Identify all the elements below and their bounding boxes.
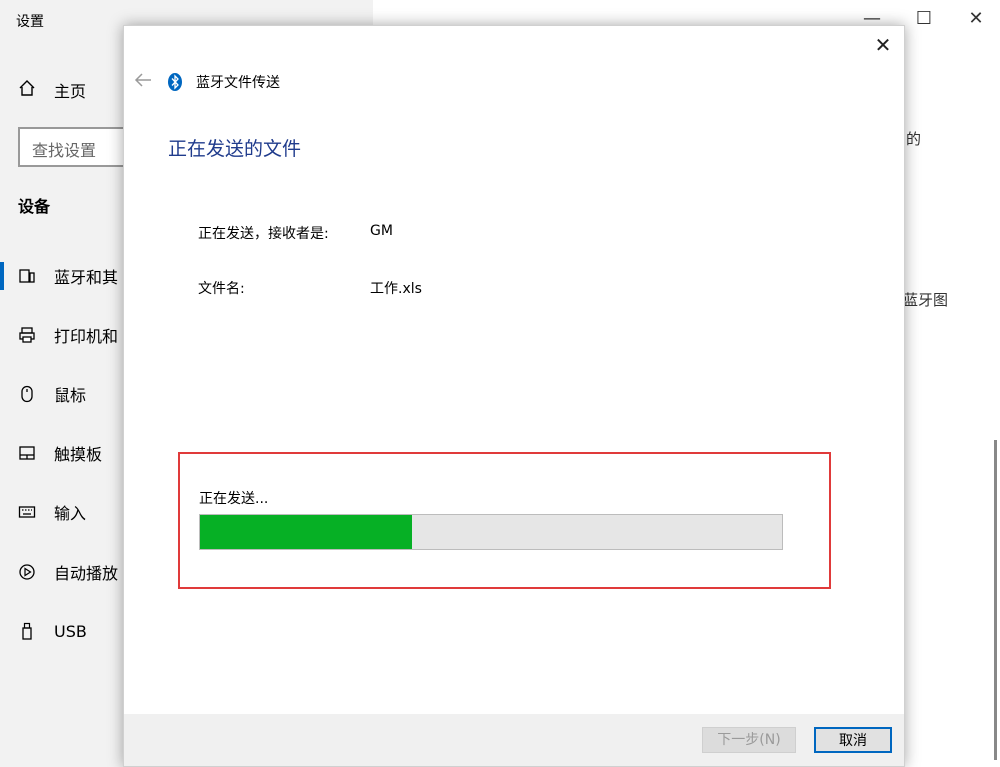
sidebar-item-mouse[interactable]: 鼠标 — [18, 382, 86, 406]
maximize-button[interactable]: ☐ — [912, 8, 936, 29]
progress-bar — [199, 514, 783, 550]
bluetooth-transfer-dialog: ✕ 蓝牙文件传送 正在发送的文件 正在发送，接收者是: GM 文件名: 工作.x… — [123, 25, 905, 767]
sidebar-item-printers[interactable]: 打印机和 — [18, 323, 118, 347]
back-arrow-icon[interactable] — [134, 71, 154, 92]
printer-icon — [18, 326, 36, 344]
sidebar-item-label: 蓝牙和其 — [54, 268, 119, 287]
background-text-fragment: 的 — [906, 130, 922, 148]
usb-icon — [18, 622, 36, 640]
nav-home-label: 主页 — [54, 82, 87, 101]
recipient-label: 正在发送，接收者是: — [198, 226, 329, 242]
sidebar-item-label: 自动播放 — [54, 564, 119, 583]
sidebar-item-touchpad[interactable]: 触摸板 — [18, 441, 102, 465]
dialog-title: 蓝牙文件传送 — [196, 74, 280, 91]
background-text-fragment: 蓝牙图 — [903, 291, 949, 309]
sidebar-item-label: 打印机和 — [54, 327, 119, 346]
touchpad-icon — [18, 444, 36, 462]
recipient-value: GM — [370, 223, 393, 239]
sidebar-item-usb[interactable]: USB — [18, 619, 87, 643]
mouse-icon — [18, 385, 36, 403]
progress-fill — [200, 515, 412, 549]
sidebar-item-bluetooth[interactable]: 蓝牙和其 — [18, 264, 118, 288]
autoplay-icon — [18, 563, 36, 581]
page-heading: 正在发送的文件 — [168, 138, 302, 160]
section-title: 设备 — [18, 197, 51, 216]
sidebar-item-label: 鼠标 — [54, 386, 87, 405]
bluetooth-devices-icon — [18, 267, 36, 285]
filename-value: 工作.xls — [370, 281, 422, 297]
sidebar-item-label: 输入 — [54, 504, 87, 523]
filename-label: 文件名: — [198, 281, 245, 297]
nav-home[interactable]: 主页 — [18, 78, 86, 102]
home-icon — [18, 79, 36, 101]
cancel-button[interactable]: 取消 — [814, 727, 892, 753]
settings-title: 设置 — [16, 14, 44, 30]
next-button[interactable]: 下一步(N) — [702, 727, 796, 753]
nav-active-indicator — [0, 262, 4, 290]
dialog-close-button[interactable]: ✕ — [872, 34, 894, 56]
dialog-header: 蓝牙文件传送 — [134, 71, 280, 92]
keyboard-icon — [18, 503, 36, 521]
window-close-button[interactable]: ✕ — [964, 8, 988, 29]
bluetooth-icon — [168, 72, 182, 91]
sidebar-item-typing[interactable]: 输入 — [18, 500, 86, 524]
sidebar-item-label: USB — [54, 621, 87, 641]
sidebar-item-autoplay[interactable]: 自动播放 — [18, 560, 118, 584]
dialog-footer: 下一步(N) 取消 — [124, 714, 904, 766]
progress-label: 正在发送... — [199, 491, 269, 507]
scrollbar[interactable] — [994, 440, 997, 760]
sidebar-item-label: 触摸板 — [54, 445, 103, 464]
